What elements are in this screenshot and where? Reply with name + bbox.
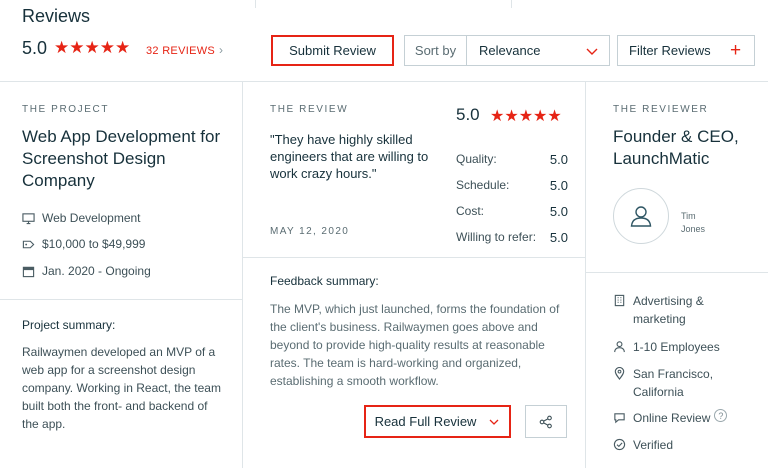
reviewer-caption: THE REVIEWER — [613, 104, 709, 115]
verified-label: Verified — [633, 438, 674, 452]
reviewer-size-label: 1-10 Employees — [633, 340, 720, 354]
location-pin-icon — [614, 367, 625, 380]
avatar — [613, 188, 669, 244]
score-row-schedule: Schedule: 5.0 — [456, 178, 568, 193]
plus-icon: + — [730, 40, 742, 61]
project-service-label: Web Development — [42, 211, 141, 225]
score-row-willing-to-refer: Willing to refer: 5.0 — [456, 230, 568, 245]
project-dates-label: Jan. 2020 - Ongoing — [42, 264, 151, 278]
share-button[interactable] — [525, 405, 567, 438]
filter-label: Filter Reviews — [629, 43, 711, 58]
score-label: Cost: — [456, 204, 485, 218]
divider — [585, 81, 586, 468]
read-full-review-button[interactable]: Read Full Review — [364, 405, 511, 438]
filter-reviews-button[interactable]: Filter Reviews + — [617, 35, 755, 66]
chevron-down-icon — [489, 419, 499, 425]
calendar-icon — [22, 266, 35, 277]
reviewer-review-type: Online Review ? — [613, 409, 728, 427]
score-value: 5.0 — [549, 204, 568, 219]
read-full-review-label: Read Full Review — [374, 414, 477, 429]
score-value: 5.0 — [549, 178, 568, 193]
reviewer-industry-label: Advertising & marketing — [633, 294, 704, 326]
reviewer-size: 1-10 Employees — [613, 338, 720, 356]
project-title: Web App Development for Screenshot Desig… — [22, 127, 221, 190]
score-label: Willing to refer: — [456, 230, 537, 244]
divider — [0, 81, 768, 82]
review-caption: THE REVIEW — [270, 104, 349, 115]
reviewer-location: San Francisco, California — [613, 365, 733, 401]
divider — [586, 272, 768, 273]
sort-value: Relevance — [479, 43, 541, 58]
reviewer-name: Tim Jones — [681, 211, 706, 234]
chevron-down-icon — [586, 48, 598, 55]
chevron-right-icon: › — [219, 43, 224, 57]
score-value: 5.0 — [549, 230, 568, 245]
reviewer-location-label: San Francisco, California — [633, 367, 714, 399]
page-title: Reviews — [22, 6, 91, 26]
review-stars: ★★★★★ — [490, 108, 562, 125]
divider — [0, 299, 242, 300]
share-icon — [539, 415, 552, 428]
project-budget-label: $10,000 to $49,999 — [42, 237, 146, 251]
divider — [511, 0, 512, 8]
help-icon[interactable]: ? — [714, 409, 728, 422]
review-date: MAY 12, 2020 — [270, 226, 350, 237]
score-row-quality: Quality: 5.0 — [456, 152, 568, 167]
overall-stars: ★★★★★ — [54, 38, 131, 57]
project-caption: THE PROJECT — [22, 104, 110, 115]
overall-rating: 5.0 — [22, 38, 48, 58]
sort-dropdown[interactable]: Sort by Relevance — [404, 35, 610, 66]
score-value: 5.0 — [549, 152, 568, 167]
check-circle-icon — [613, 438, 626, 451]
review-count-link[interactable]: 32 REVIEWS › — [146, 43, 223, 57]
score-label: Quality: — [456, 152, 497, 166]
chat-bubble-icon — [614, 413, 625, 424]
project-service: Web Development — [22, 211, 141, 225]
person-icon — [614, 341, 625, 353]
review-type-label: Online Review — [633, 411, 711, 425]
building-icon — [614, 294, 625, 307]
price-tag-icon — [22, 240, 35, 248]
reviewer-title: Founder & CEO, LaunchMatic — [613, 127, 739, 168]
user-icon — [630, 206, 652, 227]
score-label: Schedule: — [456, 178, 510, 192]
review-quote: "They have highly skilled engineers that… — [270, 132, 429, 181]
reviewer-industry: Advertising & marketing — [613, 292, 733, 328]
monitor-icon — [22, 212, 35, 224]
submit-review-button[interactable]: Submit Review — [271, 35, 394, 66]
divider — [255, 0, 256, 8]
sort-label: Sort by — [405, 36, 467, 65]
feedback-summary-text: The MVP, which just launched, forms the … — [270, 302, 560, 388]
feedback-summary-heading: Feedback summary: — [270, 274, 379, 288]
project-dates: Jan. 2020 - Ongoing — [22, 264, 151, 278]
project-summary-text: Railwaymen developed an MVP of a web app… — [22, 345, 221, 431]
review-count-label: 32 REVIEWS — [146, 45, 216, 57]
project-summary-heading: Project summary: — [22, 318, 116, 332]
score-row-cost: Cost: 5.0 — [456, 204, 568, 219]
project-budget: $10,000 to $49,999 — [22, 237, 145, 251]
divider — [243, 257, 585, 258]
divider — [242, 81, 243, 468]
review-overall-score: 5.0 — [456, 105, 480, 124]
reviewer-verified: Verified — [613, 436, 673, 454]
